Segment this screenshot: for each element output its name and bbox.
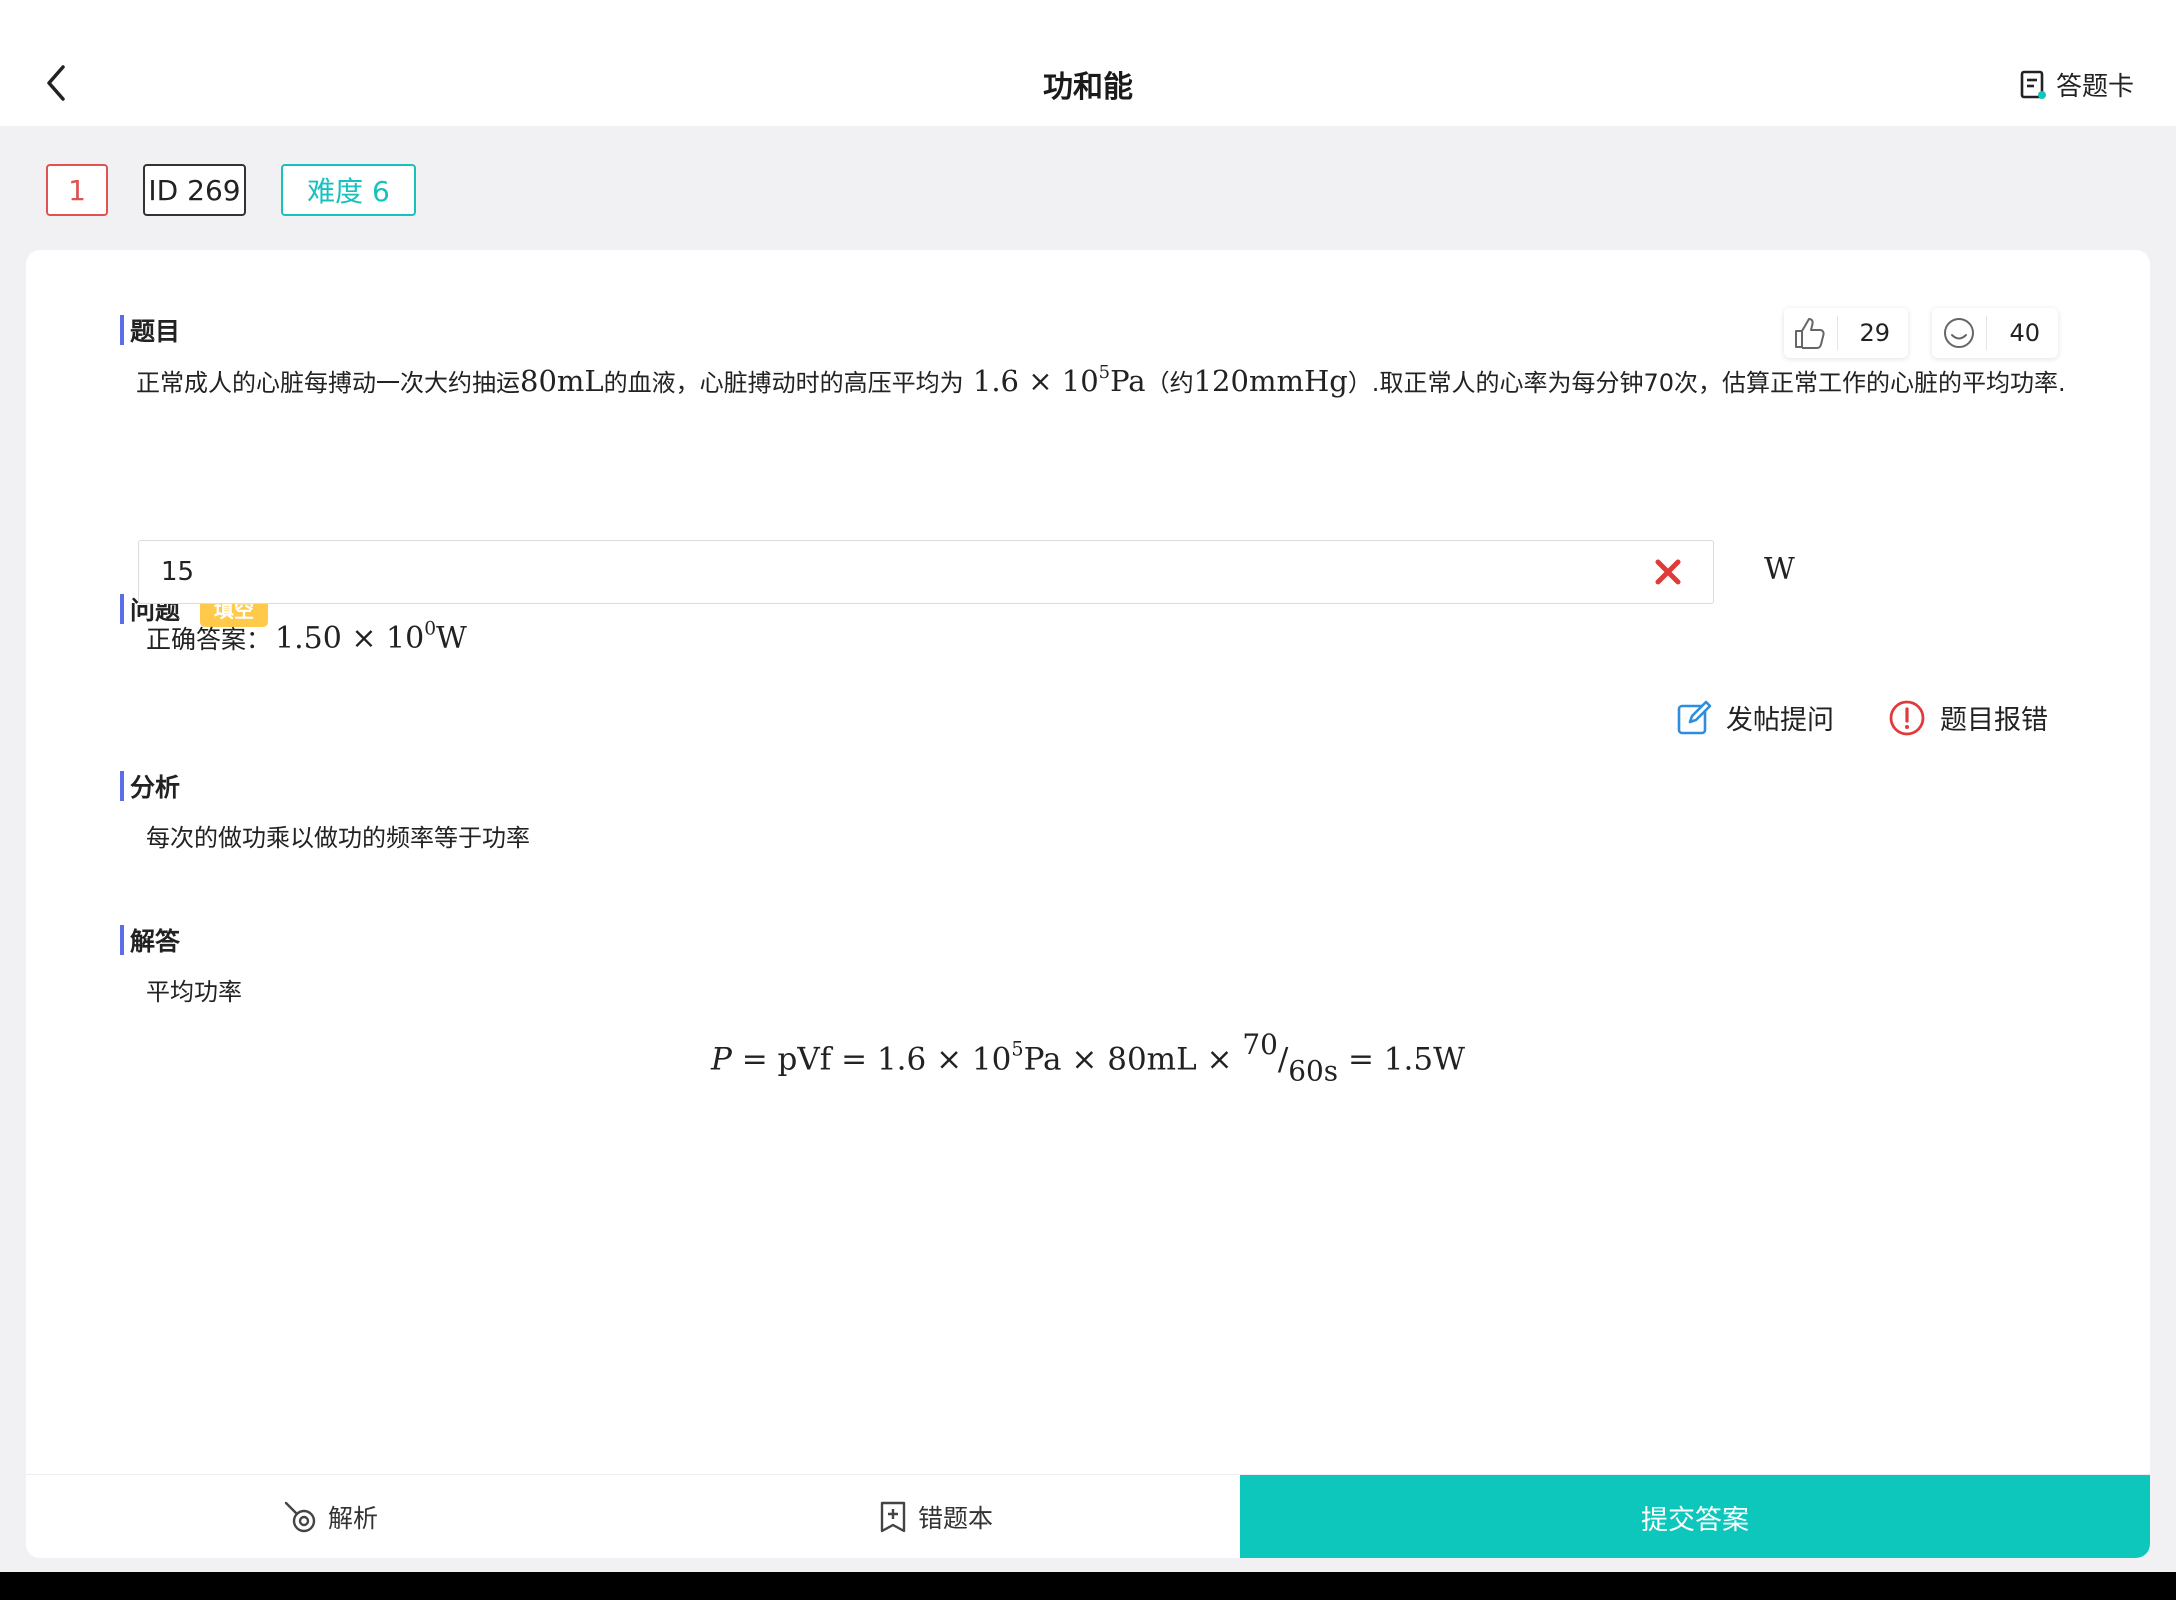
solution-formula: P = pVf = 1.6 × 105Pa × 80mL × 70/60s = … <box>711 1028 1465 1088</box>
analysis-section-header: 分析 <box>120 768 180 804</box>
section-marker <box>120 593 124 624</box>
formula-part: = pVf = 1.6 × 10 <box>731 1041 1012 1078</box>
question-number-tag: 1 <box>46 164 108 216</box>
page-title: 功和能 <box>1043 70 1133 105</box>
report-error-label: 题目报错 <box>1940 705 2048 736</box>
analysis-text: 每次的做功乘以做功的频率等于功率 <box>146 824 530 852</box>
screen-bottom-edge <box>0 1572 2176 1600</box>
correct-answer-unit: W <box>436 621 467 656</box>
analysis-section-title: 分析 <box>130 773 181 802</box>
like-count: 29 <box>1859 319 1890 347</box>
edit-icon <box>1677 700 1712 734</box>
like-button[interactable]: 29 <box>1784 308 1908 358</box>
question-section-header: 题目 <box>120 312 180 348</box>
solution-section-title: 解答 <box>130 927 181 956</box>
analysis-icon <box>284 1501 316 1533</box>
answer-sheet-icon <box>2020 70 2046 99</box>
bottom-action-bar: 解析 错题本 提交答案 <box>26 1474 2150 1558</box>
post-question-button[interactable]: 发帖提问 <box>1676 698 1834 737</box>
top-bar: 功和能 答题卡 <box>0 0 2176 126</box>
solution-section-header: 解答 <box>120 922 180 958</box>
formula-fraction-denominator: 60s <box>1288 1054 1339 1088</box>
answer-card-label: 答题卡 <box>2055 72 2134 102</box>
wrong-mark <box>1648 552 1688 592</box>
question-section-title: 题目 <box>130 317 181 346</box>
analysis-tab-label: 解析 <box>328 1504 379 1533</box>
answer-input-value: 15 <box>161 557 195 587</box>
difficulty-tag: 难度 6 <box>281 164 416 216</box>
bookmark-add-icon <box>880 1501 906 1533</box>
question-text-part: 正常成人的心脏每搏动一次大约抽运 <box>136 369 520 397</box>
correct-answer-label: 正确答案： <box>146 625 272 654</box>
wrong-book-button[interactable]: 错题本 <box>878 1475 993 1558</box>
formula-part: = 1.5W <box>1338 1041 1465 1078</box>
question-card: 题目 29 40 正常成人的心脏每搏动一次大约抽运80mL的血液，心脏搏动时的高… <box>26 250 2150 1558</box>
close-icon <box>1655 559 1681 585</box>
section-marker <box>120 771 124 801</box>
wrong-book-label: 错题本 <box>918 1504 994 1533</box>
answer-unit: W <box>1764 552 1795 587</box>
post-question-label: 发帖提问 <box>1726 705 1834 736</box>
question-math-exponent: 5 <box>1098 362 1111 384</box>
correct-answer: 正确答案： 1.50 × 100W <box>146 620 467 656</box>
correct-answer-exponent: 0 <box>424 618 437 640</box>
report-error-button[interactable]: 题目报错 <box>1888 698 2048 737</box>
thumbs-up-icon <box>1795 318 1825 349</box>
formula-variable: P <box>711 1041 732 1078</box>
question-math: Pa <box>1110 364 1146 398</box>
question-id-tag: ID 269 <box>143 164 246 216</box>
question-text-part: （约 <box>1145 369 1194 397</box>
question-math: 80mL <box>520 364 604 398</box>
formula-fraction-numerator: 70 <box>1242 1028 1278 1061</box>
analysis-tab-button[interactable]: 解析 <box>282 1475 378 1558</box>
answer-card-button[interactable]: 答题卡 <box>2018 66 2134 103</box>
reaction-button[interactable]: 40 <box>1932 308 2058 358</box>
section-marker <box>120 315 124 345</box>
submit-answer-button[interactable]: 提交答案 <box>1240 1475 2150 1558</box>
correct-answer-value: 1.50 × 10 <box>275 621 425 656</box>
formula-part: Pa × 80mL × <box>1023 1041 1243 1078</box>
section-marker <box>120 925 124 955</box>
smiley-icon <box>1944 318 1975 348</box>
question-math: 1.6 × 10 <box>972 364 1099 398</box>
answer-input[interactable]: 15 <box>138 540 1714 604</box>
question-text: 正常成人的心脏每搏动一次大约抽运80mL的血液，心脏搏动时的高压平均为 1.6 … <box>136 360 2076 404</box>
solution-intro: 平均功率 <box>146 978 242 1006</box>
question-text-part: 的血液，心脏搏动时的高压平均为 <box>603 369 964 397</box>
alert-icon <box>1889 700 1925 735</box>
question-text-part: ）.取正常人的心率为每分钟70次，估算正常工作的心脏的平均功率. <box>1347 369 2066 397</box>
question-math: 120mmHg <box>1193 364 1348 398</box>
formula-exponent: 5 <box>1011 1037 1024 1061</box>
reaction-count: 40 <box>2009 319 2040 347</box>
